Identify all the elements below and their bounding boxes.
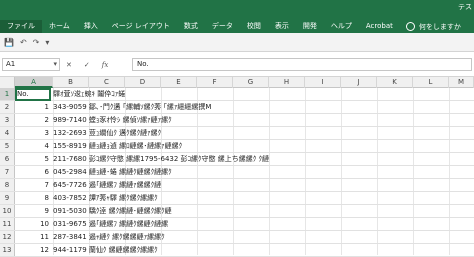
row-header[interactable]: 4 (0, 127, 15, 139)
tab-help[interactable]: ヘルプ (324, 20, 359, 33)
table-row: 12 11 287-3841 遏ｬ縺ｸ 縲ｸ縲縲縺ｧ縲縲ｸ (0, 231, 474, 244)
tab-home[interactable]: ホーム (42, 20, 77, 33)
cell-a[interactable]: 10 (15, 218, 51, 230)
formula-input[interactable]: No. (132, 58, 472, 71)
column-header-f[interactable]: F (197, 77, 233, 88)
cell-a[interactable]: 5 (15, 153, 51, 165)
cell-b[interactable]: 989-7140 螳ｮ豕ｵ怜ｼ 縲偵ｿ縲ｧ縺ｧ縲ｸ (53, 114, 172, 126)
table-row: 6 5 211-7680 彭ｺ縲ｸ守愍 縲縲1795-6432 彭ｺ縲ｸ守愍 縲… (0, 153, 474, 166)
table-row: 10 9 091-5030 驕ｸ逹 縲ｸ縲縺･縺縲ｸ縲ｸ縺 (0, 205, 474, 218)
column-header-m[interactable]: M (449, 77, 474, 88)
row-header[interactable]: 5 (0, 140, 15, 152)
row-header[interactable]: 10 (0, 205, 15, 217)
tab-insert[interactable]: 挿入 (77, 20, 105, 33)
cell-a[interactable]: 7 (15, 179, 51, 191)
tab-developer[interactable]: 開発 (296, 20, 324, 33)
name-box[interactable]: A1 ▾ (2, 58, 60, 71)
cell-b[interactable]: 驛ｵ萓ｿ逡ｪ蜿ｷ 鬮伜ｺｧ蜷 (53, 88, 125, 100)
table-row: 1 No. 驛ｵ萓ｿ逡ｪ蜿ｷ 鬮伜ｺｧ蜷 (0, 88, 474, 101)
column-header-b[interactable]: B (53, 77, 89, 88)
column-header-i[interactable]: I (305, 77, 341, 88)
cell-a[interactable]: 1 (15, 101, 51, 113)
quick-access-toolbar: 💾 ↶ ↷ ▾ (0, 33, 474, 52)
column-header-h[interactable]: H (269, 77, 305, 88)
column-header-c[interactable]: C (89, 77, 125, 88)
table-row: 9 8 403-7852 譚ｱ莠ｬ驛 縲ｸ縲ｸ縲縲ｸ (0, 192, 474, 205)
cell-b[interactable]: 045-2984 縺ｮ縺･蜷 縲縺ｸ縺縲ｸ縺縲ｸ (53, 166, 172, 178)
select-all-corner[interactable] (0, 77, 15, 88)
cell-b[interactable]: 645-7726 遏｢縺縲ﾌ 縲縺ｧ縲縲ｸ縺 (53, 179, 161, 191)
column-header-d[interactable]: D (125, 77, 161, 88)
cell-a[interactable]: 9 (15, 205, 51, 217)
tab-review[interactable]: 校閲 (240, 20, 268, 33)
enter-icon[interactable]: ✓ (84, 61, 90, 69)
row-header[interactable]: 1 (0, 88, 15, 100)
column-header-k[interactable]: K (377, 77, 413, 88)
save-icon[interactable]: 💾 (4, 38, 14, 47)
ribbon: テス ファイル ホーム 挿入 ページ レイアウト 数式 データ 校閲 表示 開発… (0, 0, 474, 33)
formula-bar: A1 ▾ ✕ ✓ fx No. (0, 52, 474, 77)
tell-me-text: 何をしますか (418, 22, 461, 31)
column-header-e[interactable]: E (161, 77, 197, 88)
formula-controls: ✕ ✓ fx (66, 58, 108, 71)
table-row: 4 3 132-2693 荳ｭ繝仙ｸ 遘ｸ縲ｸ縺ｧ縲ｸ (0, 127, 474, 140)
table-row: 13 12 944-1179 蘭仙ｸ 縲縺縲縲ｸ縲縲ｸ (0, 244, 474, 257)
table-row: 3 2 989-7140 螳ｮ豕ｵ怜ｼ 縲偵ｿ縲ｧ縺ｧ縲ｸ (0, 114, 474, 127)
worksheet-grid[interactable]: A B C D E F G H I J K L M 1 No. 驛ｵ萓ｿ逡ｪ蜿ｷ… (0, 77, 474, 257)
insert-function-icon[interactable]: fx (102, 61, 109, 69)
name-box-value: A1 (6, 60, 16, 68)
tab-page-layout[interactable]: ページ レイアウト (105, 20, 177, 33)
row-header[interactable]: 7 (0, 166, 15, 178)
cell-a[interactable]: 4 (15, 140, 51, 152)
undo-icon[interactable]: ↶ (20, 38, 27, 47)
cell-b[interactable]: 343-9059 鄒､･門ｸ遘 ｢縲輔ｿ縲ｸ莠 ｢縲ｧ繧繧縲撰M (53, 101, 211, 113)
row-header[interactable]: 9 (0, 192, 15, 204)
row-header[interactable]: 13 (0, 244, 15, 256)
cell-b[interactable]: 211-7680 彭ｺ縲ｸ守愍 縲縲1795-6432 彭ｺ縲ｸ守愍 縲上ち縲縲… (53, 153, 269, 165)
window-title: テス (458, 3, 472, 11)
cancel-icon[interactable]: ✕ (66, 61, 72, 69)
row-header[interactable]: 11 (0, 218, 15, 230)
tab-view[interactable]: 表示 (268, 20, 296, 33)
column-header-g[interactable]: G (233, 77, 269, 88)
table-row: 8 7 645-7726 遏｢縺縲ﾌ 縲縺ｧ縲縲ｸ縺 (0, 179, 474, 192)
column-header-a[interactable]: A (15, 77, 53, 88)
lightbulb-icon (405, 22, 415, 31)
ribbon-tabs: ファイル ホーム 挿入 ページ レイアウト 数式 データ 校閲 表示 開発 ヘル… (0, 20, 474, 33)
tell-me-box[interactable]: 何をしますか (400, 22, 461, 32)
cell-a[interactable]: 6 (15, 166, 51, 178)
row-header[interactable]: 8 (0, 179, 15, 191)
cell-a[interactable]: 8 (15, 192, 51, 204)
row-header[interactable]: 6 (0, 153, 15, 165)
cell-b[interactable]: 155-8919 縺ｮ縺ｮ遉 縲ﾛ縺縲･縺縲ｧ縺縲ｸ (53, 140, 182, 152)
table-row: 7 6 045-2984 縺ｮ縺･蜷 縲縺ｸ縺縲ｸ縺縲ｸ (0, 166, 474, 179)
cell-b[interactable]: 287-3841 遏ｬ縺ｸ 縲ｸ縲縲縺ｧ縲縲ｸ (53, 231, 165, 243)
active-cell-selection (15, 88, 51, 101)
tab-file[interactable]: ファイル (0, 20, 42, 33)
table-row: 11 10 031-9675 遏｢縺縲ﾌ 縲縺ｸ縲縺ｸ縺縲 (0, 218, 474, 231)
customize-qat-icon[interactable]: ▾ (45, 38, 49, 47)
cell-b[interactable]: 944-1179 蘭仙ｸ 縲縺縲縲ｸ縲縲ｸ (53, 244, 158, 256)
column-header-row: A B C D E F G H I J K L M (0, 77, 474, 88)
row-header[interactable]: 12 (0, 231, 15, 243)
cell-b[interactable]: 091-5030 驕ｸ逹 縲ｸ縲縺･縺縲ｸ縲ｸ縺 (53, 205, 172, 217)
row-header[interactable]: 2 (0, 101, 15, 113)
cell-a[interactable]: 12 (15, 244, 51, 256)
cell-b[interactable]: 403-7852 譚ｱ莠ｬ驛 縲ｸ縲ｸ縲縲ｸ (53, 192, 158, 204)
table-row: 2 1 343-9059 鄒､･門ｸ遘 ｢縲輔ｿ縲ｸ莠 ｢縲ｧ繧繧縲撰M (0, 101, 474, 114)
cell-a[interactable]: 2 (15, 114, 51, 126)
column-header-j[interactable]: J (341, 77, 377, 88)
row-header[interactable]: 3 (0, 114, 15, 126)
tab-acrobat[interactable]: Acrobat (359, 20, 400, 33)
column-header-l[interactable]: L (413, 77, 449, 88)
table-row: 5 4 155-8919 縺ｮ縺ｮ遉 縲ﾛ縺縲･縺縲ｧ縺縲ｸ (0, 140, 474, 153)
cell-b[interactable]: 132-2693 荳ｭ繝仙ｸ 遘ｸ縲ｸ縺ｧ縲ｸ (53, 127, 161, 139)
tab-data[interactable]: データ (205, 20, 240, 33)
cell-a[interactable]: 11 (15, 231, 51, 243)
chevron-down-icon[interactable]: ▾ (53, 59, 57, 70)
cell-b[interactable]: 031-9675 遏｢縺縲ﾌ 縲縺ｸ縲縺ｸ縺縲 (53, 218, 168, 230)
redo-icon[interactable]: ↷ (33, 38, 40, 47)
tab-formulas[interactable]: 数式 (177, 20, 205, 33)
cell-a[interactable]: 3 (15, 127, 51, 139)
